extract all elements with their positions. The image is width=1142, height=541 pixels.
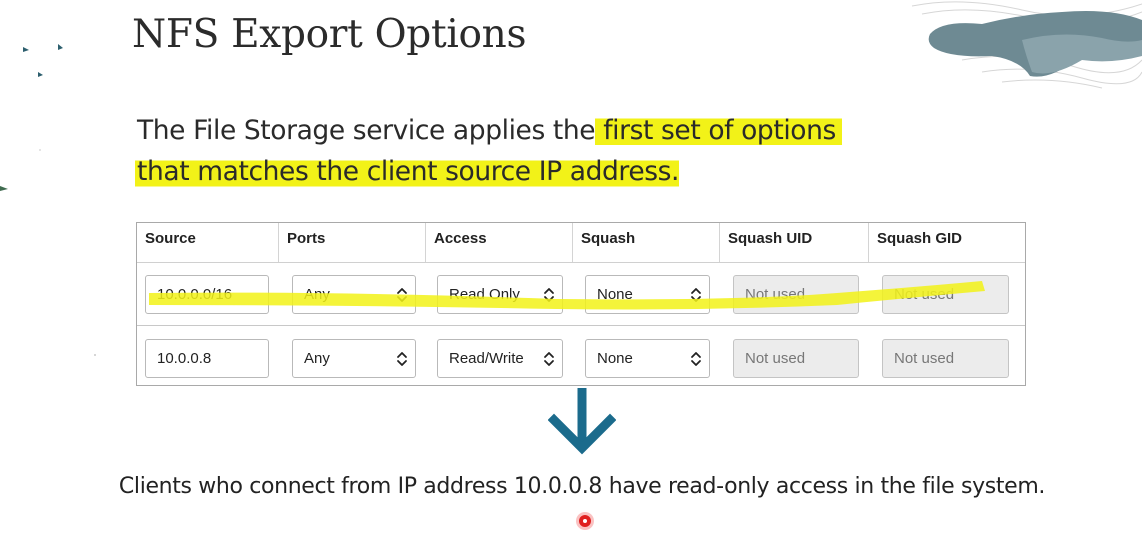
access-select[interactable]: Read Only xyxy=(437,275,563,314)
chevron-up-down-icon xyxy=(691,352,701,366)
squash-uid-input: Not used xyxy=(733,275,859,314)
squash-select[interactable]: None xyxy=(585,339,710,378)
decorative-artwork xyxy=(911,1,1142,89)
ports-value: Any xyxy=(304,350,330,367)
chevron-up-down-icon xyxy=(691,288,701,302)
squash-gid-input: Not used xyxy=(882,275,1009,314)
header-source: Source xyxy=(137,223,279,262)
access-value: Read/Write xyxy=(449,350,524,367)
chevron-up-down-icon xyxy=(397,352,407,366)
conclusion-text: Clients who connect from IP address 10.0… xyxy=(118,474,1046,499)
intro-highlight-line1: first set of options xyxy=(595,115,842,146)
header-ports: Ports xyxy=(279,223,426,262)
intro-highlight-line2: that matches the client source IP addres… xyxy=(135,156,680,187)
chevron-up-down-icon xyxy=(544,352,554,366)
squash-gid-input: Not used xyxy=(882,339,1009,378)
header-squash-gid: Squash GID xyxy=(877,230,963,247)
ports-select[interactable]: Any xyxy=(292,339,416,378)
header-access: Access xyxy=(426,223,573,262)
table-header: Source Ports Access Squash Squash UID Sq… xyxy=(137,223,1025,263)
intro-text: The File Storage service applies the fir… xyxy=(135,110,957,192)
decorative-specks xyxy=(0,44,96,356)
table-row: 10.0.0.0/16 Any Read Only None Not used … xyxy=(137,263,1025,326)
table-row: 10.0.0.8 Any Read/Write None Not used No… xyxy=(137,327,1025,390)
squash-uid-input: Not used xyxy=(733,339,859,378)
access-value: Read Only xyxy=(449,286,520,303)
squash-value: None xyxy=(597,286,633,303)
page-title: NFS Export Options xyxy=(132,12,527,57)
header-squash-uid: Squash UID xyxy=(720,223,869,262)
arrow-down-icon xyxy=(548,388,616,455)
chevron-up-down-icon xyxy=(397,288,407,302)
squash-value: None xyxy=(597,350,633,367)
export-options-table: Source Ports Access Squash Squash UID Sq… xyxy=(136,222,1026,386)
header-squash: Squash xyxy=(573,223,720,262)
intro-plain-text: The File Storage service applies the xyxy=(137,115,596,146)
source-input[interactable]: 10.0.0.0/16 xyxy=(145,275,269,314)
ports-select[interactable]: Any xyxy=(292,275,416,314)
source-input[interactable]: 10.0.0.8 xyxy=(145,339,269,378)
chevron-up-down-icon xyxy=(544,288,554,302)
pointer-indicator xyxy=(579,515,591,527)
squash-select[interactable]: None xyxy=(585,275,710,314)
access-select[interactable]: Read/Write xyxy=(437,339,563,378)
ports-value: Any xyxy=(304,286,330,303)
